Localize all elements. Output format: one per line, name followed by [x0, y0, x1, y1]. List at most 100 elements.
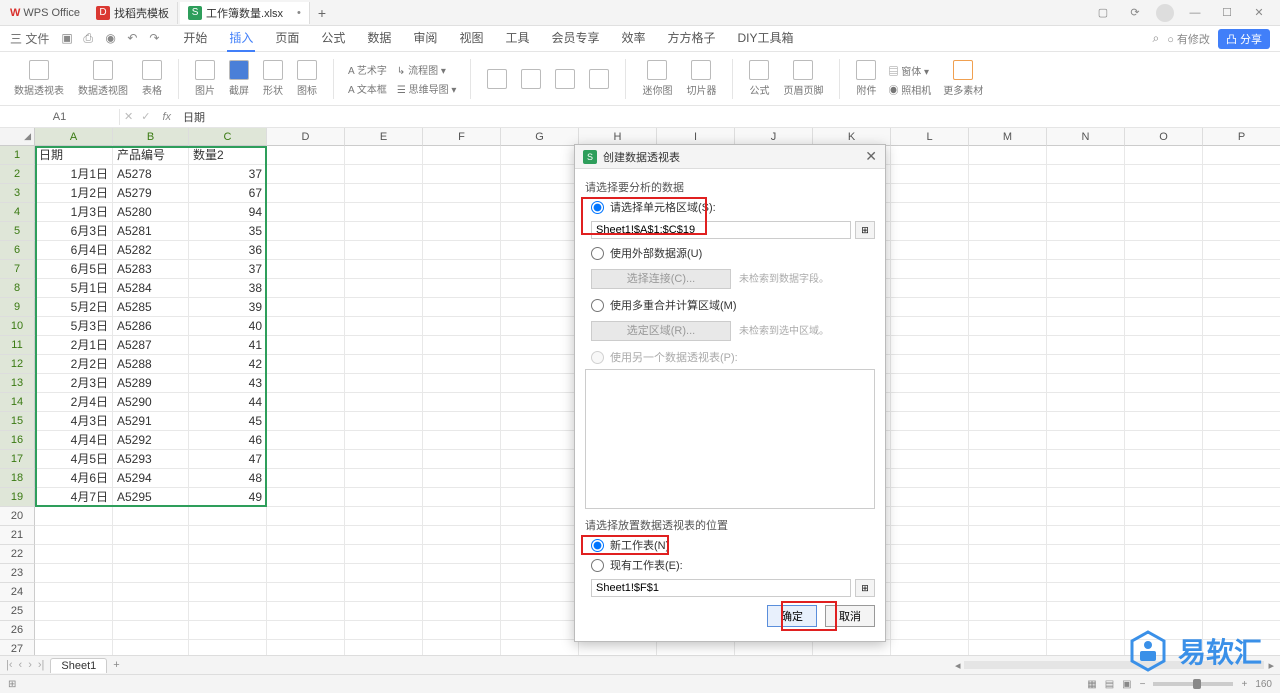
cell[interactable]	[891, 279, 969, 298]
cell[interactable]	[1125, 488, 1203, 507]
cell[interactable]	[501, 203, 579, 222]
menu-tab-工具[interactable]: 工具	[503, 25, 531, 52]
cell[interactable]	[891, 564, 969, 583]
cell[interactable]	[267, 298, 345, 317]
row-header-18[interactable]: 18	[0, 469, 35, 488]
cell[interactable]	[969, 488, 1047, 507]
cancel-button[interactable]: 取消	[825, 605, 875, 627]
cell[interactable]	[1125, 222, 1203, 241]
ribbon-attach[interactable]: 附件	[854, 60, 878, 97]
row-header-23[interactable]: 23	[0, 564, 35, 583]
cell[interactable]	[1125, 583, 1203, 602]
cell[interactable]	[423, 469, 501, 488]
cell[interactable]	[1047, 583, 1125, 602]
cell[interactable]	[35, 583, 113, 602]
menu-tab-审阅[interactable]: 审阅	[411, 25, 439, 52]
cell[interactable]: 38	[189, 279, 267, 298]
radio-multiple[interactable]	[591, 299, 604, 312]
radio-select-range[interactable]	[591, 201, 604, 214]
cell[interactable]: A5284	[113, 279, 189, 298]
cell[interactable]	[891, 336, 969, 355]
cell[interactable]: 37	[189, 260, 267, 279]
cell[interactable]: 6月3日	[35, 222, 113, 241]
cell[interactable]: A5282	[113, 241, 189, 260]
cell[interactable]	[1125, 564, 1203, 583]
cell[interactable]	[969, 526, 1047, 545]
cell[interactable]	[1125, 203, 1203, 222]
window-icon-2[interactable]: ⟳	[1124, 2, 1146, 24]
cell[interactable]	[35, 526, 113, 545]
cell[interactable]	[1125, 621, 1203, 640]
cell[interactable]: 35	[189, 222, 267, 241]
share-button[interactable]: 凸 分享	[1218, 29, 1270, 49]
cell[interactable]	[423, 393, 501, 412]
new-tab-button[interactable]: +	[312, 5, 332, 21]
col-header-M[interactable]: M	[969, 128, 1047, 146]
cell[interactable]: 1月2日	[35, 184, 113, 203]
cell[interactable]: 43	[189, 374, 267, 393]
cell[interactable]	[579, 640, 657, 655]
cell[interactable]	[1203, 507, 1280, 526]
cell[interactable]	[423, 450, 501, 469]
cell[interactable]	[1047, 564, 1125, 583]
cell[interactable]	[1047, 412, 1125, 431]
cell[interactable]	[501, 469, 579, 488]
cell[interactable]	[969, 146, 1047, 165]
dialog-opt-existing[interactable]: 现有工作表(E):	[591, 557, 875, 573]
cell[interactable]	[1047, 393, 1125, 412]
cell[interactable]	[267, 260, 345, 279]
row-header-26[interactable]: 26	[0, 621, 35, 640]
cell[interactable]	[501, 317, 579, 336]
range-input-2[interactable]	[591, 579, 851, 597]
cell[interactable]	[891, 583, 969, 602]
cell[interactable]	[1125, 146, 1203, 165]
cell[interactable]	[423, 146, 501, 165]
cell[interactable]	[891, 241, 969, 260]
cell[interactable]: 6月4日	[35, 241, 113, 260]
cell[interactable]	[1203, 203, 1280, 222]
cell[interactable]	[501, 640, 579, 655]
cell[interactable]: 48	[189, 469, 267, 488]
cell[interactable]: A5289	[113, 374, 189, 393]
cell[interactable]	[969, 184, 1047, 203]
cell[interactable]	[1125, 450, 1203, 469]
cell[interactable]: A5280	[113, 203, 189, 222]
cell[interactable]	[501, 222, 579, 241]
cell[interactable]	[1125, 393, 1203, 412]
row-header-16[interactable]: 16	[0, 431, 35, 450]
cell[interactable]: 41	[189, 336, 267, 355]
qat-print-icon[interactable]: ⎙	[83, 31, 99, 47]
cell[interactable]	[423, 374, 501, 393]
dialog-opt-multiple[interactable]: 使用多重合并计算区域(M)	[591, 297, 875, 313]
row-header-2[interactable]: 2	[0, 165, 35, 184]
cell[interactable]	[423, 317, 501, 336]
cell[interactable]	[267, 526, 345, 545]
cell[interactable]	[345, 583, 423, 602]
cell[interactable]: 5月3日	[35, 317, 113, 336]
cell[interactable]	[1125, 241, 1203, 260]
col-header-G[interactable]: G	[501, 128, 579, 146]
cell[interactable]	[969, 279, 1047, 298]
file-menu[interactable]: 三 文件	[10, 30, 49, 47]
cell[interactable]	[969, 203, 1047, 222]
cell[interactable]	[345, 621, 423, 640]
cell[interactable]	[1203, 165, 1280, 184]
row-header-8[interactable]: 8	[0, 279, 35, 298]
cell[interactable]	[501, 336, 579, 355]
avatar-icon[interactable]	[1156, 4, 1174, 22]
cell[interactable]	[423, 507, 501, 526]
cell[interactable]	[969, 602, 1047, 621]
cell[interactable]	[1125, 602, 1203, 621]
cell[interactable]: 6月5日	[35, 260, 113, 279]
cell[interactable]	[113, 507, 189, 526]
cell[interactable]	[501, 279, 579, 298]
cell[interactable]	[1203, 526, 1280, 545]
cell[interactable]	[267, 203, 345, 222]
cell[interactable]	[969, 450, 1047, 469]
formula-input[interactable]: 日期	[179, 109, 1280, 125]
cell[interactable]: A5294	[113, 469, 189, 488]
maximize-button[interactable]: ☐	[1216, 2, 1238, 24]
ribbon-object[interactable]: ▤ 窗体 ▾	[888, 63, 931, 78]
cell[interactable]	[267, 507, 345, 526]
col-header-O[interactable]: O	[1125, 128, 1203, 146]
